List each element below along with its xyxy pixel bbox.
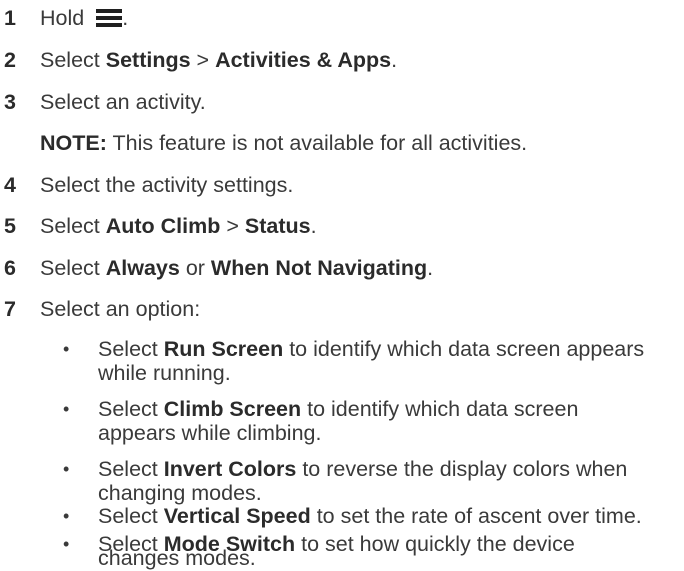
- run-screen-label: Run Screen: [163, 337, 284, 361]
- status-label: Status: [244, 214, 311, 238]
- menu-icon: [96, 9, 123, 27]
- step-number: 3: [4, 90, 16, 114]
- bullet-icon: •: [63, 506, 70, 526]
- note-label: NOTE:: [40, 131, 107, 155]
- separator: >: [220, 214, 245, 238]
- separator: >: [190, 48, 216, 72]
- step-text: Select: [40, 214, 106, 238]
- climb-screen-label: Climb Screen: [163, 397, 302, 421]
- separator: or: [179, 256, 211, 280]
- invert-colors-label: Invert Colors: [163, 457, 297, 481]
- step-text: Hold: [40, 6, 91, 30]
- step-text: Select an option:: [40, 297, 201, 321]
- vertical-speed-label: Vertical Speed: [163, 504, 311, 528]
- bullet-icon: •: [63, 459, 70, 479]
- step-text: Select the activity settings.: [40, 173, 294, 197]
- bullet-icon: •: [63, 534, 70, 554]
- note-text: This feature is not available for all ac…: [106, 131, 528, 155]
- step-text: Select an activity.: [40, 90, 206, 114]
- step-number: 1: [4, 6, 16, 30]
- step-number: 2: [4, 48, 16, 72]
- step-punct: .: [427, 256, 434, 280]
- step-text: Select: [40, 256, 106, 280]
- auto-climb-label: Auto Climb: [105, 214, 221, 238]
- activities-apps-label: Activities & Apps: [215, 48, 392, 72]
- step-punct: .: [391, 48, 398, 72]
- instruction-list: 1 Hold . 2 Select Settings > Activities …: [4, 6, 645, 570]
- settings-label: Settings: [105, 48, 191, 72]
- step-number: 5: [4, 214, 16, 238]
- step-text: Select: [40, 48, 106, 72]
- bullet-icon: •: [63, 339, 70, 359]
- always-label: Always: [105, 256, 180, 280]
- step-punct: .: [122, 6, 129, 30]
- step-punct: .: [310, 214, 317, 238]
- bullet-icon: •: [63, 399, 70, 419]
- step-number: 7: [4, 297, 16, 321]
- step-number: 6: [4, 256, 16, 280]
- when-not-navigating-label: When Not Navigating: [210, 256, 428, 280]
- step-number: 4: [4, 173, 16, 197]
